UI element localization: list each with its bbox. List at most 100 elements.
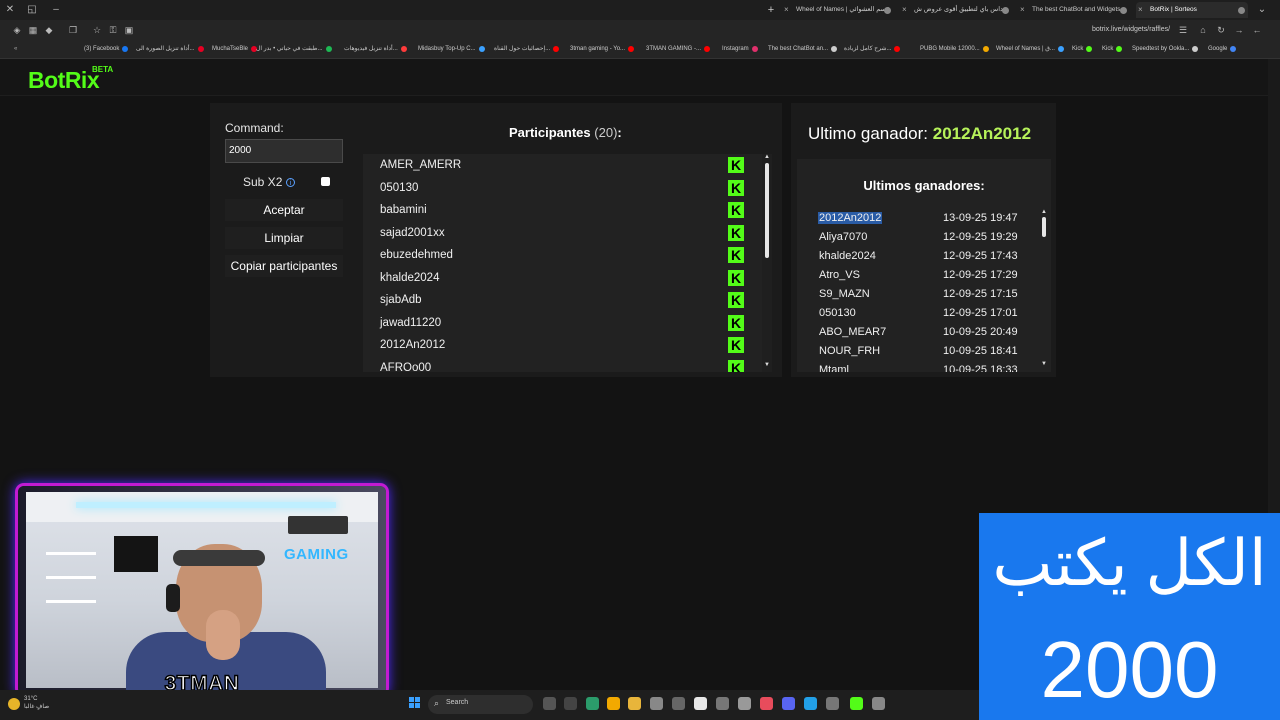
app-icon[interactable] xyxy=(716,697,729,710)
screenshot-icon[interactable]: ▣ xyxy=(122,23,136,37)
command-label: Command: xyxy=(225,121,284,135)
restore-window-icon[interactable]: ◱ xyxy=(22,0,42,20)
minimize-window-icon[interactable]: – xyxy=(46,0,66,20)
streamer-hands xyxy=(206,610,240,660)
scroll-down-icon[interactable]: ▼ xyxy=(1041,361,1047,367)
command-input[interactable]: 2000 xyxy=(225,139,343,163)
bookmark-item[interactable]: Wheel of Names | ق... xyxy=(996,41,1064,58)
botrix-logo[interactable]: BotRix xyxy=(28,67,100,94)
sub-x2-checkbox[interactable] xyxy=(321,177,330,186)
bookmark-item[interactable]: إحصائيات حول القناة... xyxy=(494,41,560,58)
new-tab-button[interactable]: + xyxy=(764,0,778,20)
app-icon[interactable] xyxy=(694,697,707,710)
kick-icon: K xyxy=(728,179,744,196)
bookmark-item[interactable]: 3tman gaming - Yo... xyxy=(570,41,635,58)
bookmark-item[interactable]: Instagram xyxy=(722,41,758,58)
scrollbar-thumb[interactable] xyxy=(765,163,769,258)
bookmark-item[interactable]: PUBG Mobile 12000... xyxy=(920,41,989,58)
tab-wheel-of-names[interactable]: × Wheel of Names | قسم العشوائي xyxy=(782,2,894,18)
winners-history[interactable]: Ultimos ganadores: 2012An2012 13-09-25 19… xyxy=(797,159,1051,372)
back-icon[interactable]: ← xyxy=(1250,23,1264,37)
app-icon[interactable] xyxy=(804,697,817,710)
grid-icon[interactable]: ▦ xyxy=(26,23,40,37)
sliders-icon[interactable]: ☰ xyxy=(1176,23,1190,37)
table-row: NOUR_FRH 10-09-25 18:41 xyxy=(817,343,1027,362)
task-view-icon[interactable] xyxy=(543,697,556,710)
edge-icon[interactable] xyxy=(586,697,599,710)
info-icon[interactable]: i xyxy=(286,178,295,187)
bookmark-item[interactable]: Kick xyxy=(1072,41,1093,58)
bookmarks-more-icon[interactable]: « xyxy=(14,41,26,58)
bookmark-favicon-icon xyxy=(1116,46,1123,52)
app-icon[interactable] xyxy=(872,697,885,710)
app-icon[interactable] xyxy=(850,697,863,710)
close-tab-icon[interactable]: × xyxy=(784,2,789,18)
bookmark-label: Kick xyxy=(1072,46,1084,52)
tab-midasbuy[interactable]: × ميداس باي لتطبيق أقوى عروض ش xyxy=(900,2,1012,18)
forward-icon[interactable]: → xyxy=(1232,23,1246,37)
site-header: BotRix BETA xyxy=(0,59,1268,96)
bookmark-item[interactable]: MuchaTseBle xyxy=(212,41,258,58)
app-icon[interactable] xyxy=(650,697,663,710)
copy-participants-button[interactable]: Copiar participantes xyxy=(225,255,343,277)
bookmark-label: 3tman gaming - Yo... xyxy=(570,46,626,52)
app-icon[interactable] xyxy=(738,697,751,710)
table-row: Aliya7070 12-09-25 19:29 xyxy=(817,229,1027,248)
tab-menu-chevron-icon[interactable]: ⌄ xyxy=(1252,0,1272,20)
bookmark-item[interactable]: Kick xyxy=(1102,41,1123,58)
accept-button[interactable]: Aceptar xyxy=(225,199,343,221)
weather-sun-icon[interactable] xyxy=(8,698,20,710)
bookmark-item[interactable]: 3TMAN GAMING -... xyxy=(646,41,711,58)
scroll-up-icon[interactable]: ▲ xyxy=(1041,209,1047,215)
home-icon[interactable]: ⌂ xyxy=(1196,23,1210,37)
file-explorer-icon[interactable] xyxy=(628,697,641,710)
bookmark-item[interactable]: Midasbuy Top-Up C... xyxy=(418,41,485,58)
participants-scrollbar[interactable]: ▲ ▼ xyxy=(762,154,772,372)
key-icon[interactable]: ⚿ xyxy=(106,23,120,37)
kick-icon: K xyxy=(728,157,744,173)
bookmark-item[interactable]: The best ChatBot an... xyxy=(768,41,838,58)
list-item: sjabAdb K xyxy=(363,289,762,311)
tab-botrix-sorteos[interactable]: × BotRix | Sorteos xyxy=(1136,2,1248,18)
bookmark-item[interactable]: Speedtest by Ookla... xyxy=(1132,41,1199,58)
close-tab-icon[interactable]: × xyxy=(1138,2,1143,18)
windows-start-icon[interactable] xyxy=(409,697,421,709)
reload-icon[interactable]: ↻ xyxy=(1214,23,1228,37)
bookmark-label: The best ChatBot an... xyxy=(768,46,829,52)
close-tab-icon[interactable]: × xyxy=(902,2,907,18)
app-icon[interactable] xyxy=(672,697,685,710)
app-icon[interactable] xyxy=(760,697,773,710)
extension-icon[interactable]: ◈ xyxy=(10,23,24,37)
scroll-down-icon[interactable]: ▼ xyxy=(764,362,770,368)
television xyxy=(114,536,158,572)
bookmark-item[interactable]: طبقت في حياتي • بدر ال... xyxy=(256,41,332,58)
shield-icon[interactable]: ◆ xyxy=(42,23,56,37)
bookmark-item[interactable]: أداة تنزيل فيديوهات... xyxy=(344,41,407,58)
taskbar-search[interactable]: ⌕ Search xyxy=(428,695,533,714)
list-item: AFROo00 K xyxy=(363,357,762,372)
winners-scrollbar[interactable]: ▲ ▼ xyxy=(1039,209,1049,372)
bookmark-item[interactable]: Google xyxy=(1208,41,1237,58)
app-icon[interactable] xyxy=(826,697,839,710)
bookmark-item[interactable]: شرح كامل لزيادة... xyxy=(844,41,901,58)
star-icon[interactable]: ☆ xyxy=(90,23,104,37)
participant-name: khalde2024 xyxy=(380,271,440,284)
url-field[interactable]: botrix.live/widgets/raffles/ xyxy=(1092,23,1170,37)
close-tab-icon[interactable]: × xyxy=(1020,2,1025,18)
copy-icon[interactable]: ❐ xyxy=(66,23,80,37)
participants-list[interactable]: AMER_AMERR K 050130 K babamini K sajad2001x… xyxy=(363,154,772,372)
tab-favicon-icon xyxy=(1238,7,1245,14)
bookmark-item[interactable]: (3) Facebook xyxy=(84,41,129,58)
participant-name: jawad11220 xyxy=(380,316,442,329)
chrome-icon[interactable] xyxy=(607,697,620,710)
close-window-icon[interactable]: ✕ xyxy=(0,0,20,20)
app-icon[interactable] xyxy=(564,697,577,710)
discord-icon[interactable] xyxy=(782,697,795,710)
clear-button[interactable]: Limpiar xyxy=(225,227,343,249)
weather-widget[interactable]: 31°C صافٍ غالبا xyxy=(24,695,49,711)
tab-botrix-chatbot[interactable]: × The best ChatBot and Widgets xyxy=(1018,2,1130,18)
winner-name: Atro_VS xyxy=(819,269,860,281)
scroll-up-icon[interactable]: ▲ xyxy=(764,154,770,160)
scrollbar-thumb[interactable] xyxy=(1042,217,1046,237)
bookmark-item[interactable]: أداة تنزيل الصورة الى... xyxy=(136,41,204,58)
